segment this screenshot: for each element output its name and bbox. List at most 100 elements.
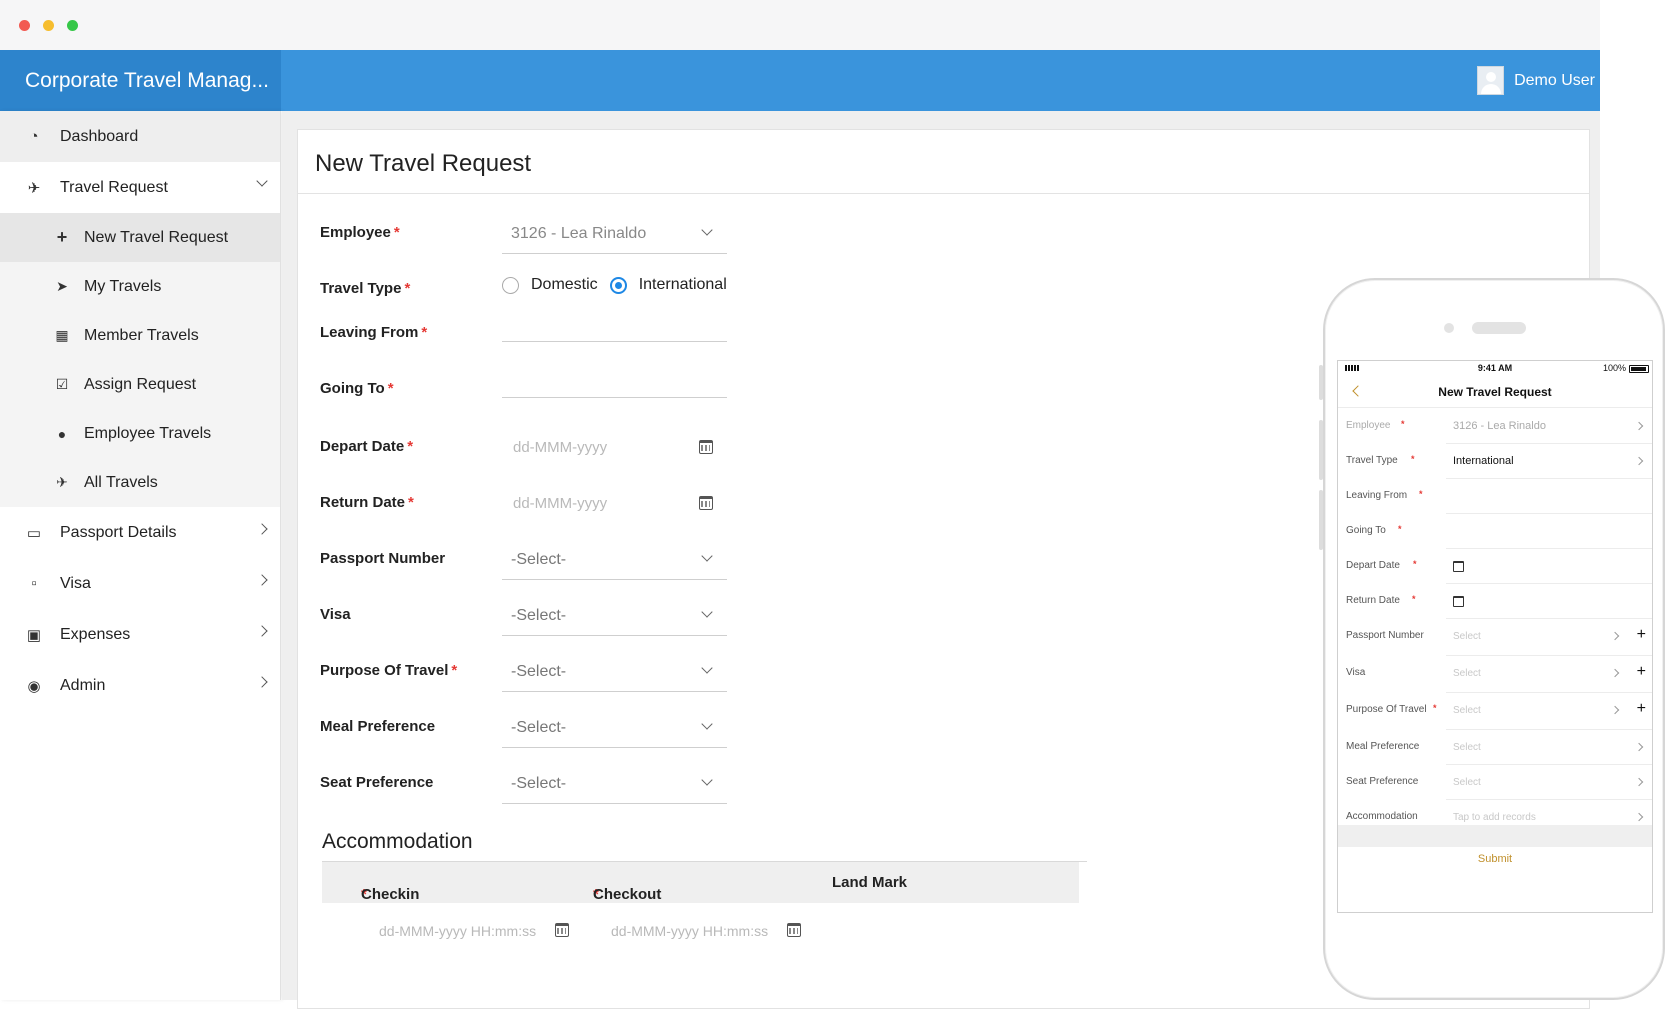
depart-date-label: Depart Date * [320, 438, 414, 455]
sidebar-item-member-travels[interactable]: ▦ Member Travels [0, 311, 280, 360]
mobile-screen: 9:41 AM 100% New Travel Request Employee… [1337, 360, 1653, 913]
sidebar-item-assign-request[interactable]: ☑ Assign Request [0, 360, 280, 409]
calendar-icon[interactable] [555, 923, 569, 937]
international-label[interactable]: International [639, 276, 727, 294]
maximize-window-button[interactable] [67, 20, 78, 31]
mobile-leaving-from-row[interactable]: Leaving From * [1338, 479, 1652, 514]
landmark-header: Land Mark [832, 874, 908, 891]
mobile-spacer [1338, 825, 1652, 847]
sidebar-item-employee-travels[interactable]: ● Employee Travels [0, 409, 280, 458]
app-header: Corporate Travel Manag... Demo User [0, 50, 1600, 111]
add-purpose-button[interactable]: + [1637, 700, 1646, 718]
purpose-select[interactable]: -Select- [502, 652, 727, 692]
sidebar-item-label: Dashboard [60, 127, 139, 145]
battery-icon [1629, 365, 1649, 373]
chevron-right-icon [1634, 456, 1644, 466]
sidebar-item-label: Employee Travels [84, 424, 212, 442]
mobile-meal-row[interactable]: Meal Preference Select [1338, 730, 1652, 765]
visa-row: Visa -Select- [320, 596, 1020, 636]
sidebar-item-label: Admin [60, 676, 106, 694]
chevron-down-icon [701, 550, 713, 562]
mobile-going-to-row[interactable]: Going To * [1338, 514, 1652, 549]
travel-type-label: Travel Type * [320, 280, 411, 297]
chevron-down-icon [701, 606, 713, 618]
chevron-right-icon [256, 523, 268, 535]
employee-select[interactable]: 3126 - Lea Rinaldo [502, 214, 727, 254]
visa-select[interactable]: -Select- [502, 596, 727, 636]
chevron-right-icon [256, 676, 268, 688]
sidebar-item-passport-details[interactable]: ▭ Passport Details [0, 507, 280, 558]
mobile-depart-date-row[interactable]: Depart Date * [1338, 549, 1652, 584]
checkin-input[interactable]: dd-MMM-yyyy HH:mm:ss [379, 923, 536, 939]
chevron-right-icon [1610, 668, 1620, 678]
checkout-input[interactable]: dd-MMM-yyyy HH:mm:ss [611, 923, 768, 939]
sidebar-item-travel-request[interactable]: ✈ Travel Request [0, 162, 280, 213]
user-menu[interactable]: Demo User [1477, 50, 1595, 111]
book-icon: ▭ [26, 524, 42, 542]
sidebar-item-label: Member Travels [84, 326, 199, 344]
accommodation-row: dd-MMM-yyyy HH:mm:ss dd-MMM-yyyy HH:mm:s… [322, 910, 1079, 950]
employee-label: Employee * [320, 224, 400, 241]
calendar-icon[interactable] [699, 440, 713, 454]
passport-number-row: Passport Number -Select- [320, 540, 1020, 580]
app-title[interactable]: Corporate Travel Manag... [0, 50, 281, 111]
mobile-travel-type-row[interactable]: Travel Type * International [1338, 444, 1652, 479]
return-date-row: Return Date * dd-MMM-yyyy [320, 484, 1020, 524]
sidebar-item-expenses[interactable]: ▣ Expenses [0, 609, 280, 660]
sidebar-item-my-travels[interactable]: ➤ My Travels [0, 262, 280, 311]
paper-plane-icon: ➤ [56, 278, 68, 294]
sidebar-item-label: All Travels [84, 473, 158, 491]
chevron-down-icon [701, 774, 713, 786]
purpose-row: Purpose Of Travel * -Select- [320, 652, 1020, 692]
phone-side-button [1319, 365, 1323, 400]
divider [298, 193, 1589, 194]
sidebar-item-visa[interactable]: ▫ Visa [0, 558, 280, 609]
calendar-icon[interactable] [1453, 596, 1464, 607]
meal-preference-label: Meal Preference [320, 718, 436, 735]
return-date-input[interactable]: dd-MMM-yyyy [502, 484, 727, 524]
chevron-right-icon [1634, 742, 1644, 752]
leaving-from-input[interactable] [502, 302, 727, 342]
map-icon: ▫ [31, 575, 37, 592]
going-to-row: Going To * [320, 358, 1020, 398]
mobile-passport-row[interactable]: Passport Number Select + [1338, 619, 1652, 656]
meal-preference-row: Meal Preference -Select- [320, 708, 1020, 748]
users-icon: ● [57, 425, 67, 442]
mobile-employee-row[interactable]: Employee * 3126 - Lea Rinaldo [1338, 409, 1652, 444]
plus-icon: + [56, 227, 68, 247]
chevron-down-icon [256, 175, 268, 187]
passport-number-select[interactable]: -Select- [502, 540, 727, 580]
return-date-label: Return Date * [320, 494, 414, 511]
depart-date-row: Depart Date * dd-MMM-yyyy [320, 428, 1020, 468]
sidebar: ◔ Dashboard ✈ Travel Request + New Trave… [0, 111, 281, 1000]
mobile-seat-row[interactable]: Seat Preference Select [1338, 765, 1652, 800]
seat-preference-select[interactable]: -Select- [502, 764, 727, 804]
sidebar-item-admin[interactable]: ◉ Admin [0, 660, 280, 711]
minimize-window-button[interactable] [43, 20, 54, 31]
calendar-icon[interactable] [1453, 561, 1464, 572]
add-visa-button[interactable]: + [1637, 663, 1646, 681]
table-icon: ▦ [55, 327, 69, 343]
add-passport-button[interactable]: + [1637, 626, 1646, 644]
close-window-button[interactable] [19, 20, 30, 31]
depart-date-input[interactable]: dd-MMM-yyyy [502, 428, 727, 468]
calendar-icon[interactable] [699, 496, 713, 510]
window-titlebar [0, 0, 1600, 50]
seat-preference-row: Seat Preference -Select- [320, 764, 1020, 804]
mobile-return-date-row[interactable]: Return Date * [1338, 584, 1652, 619]
chevron-down-icon [701, 224, 713, 236]
domestic-label[interactable]: Domestic [531, 276, 598, 294]
sidebar-item-new-travel-request[interactable]: + New Travel Request [0, 213, 280, 262]
mobile-purpose-row[interactable]: Purpose Of Travel * Select + [1338, 693, 1652, 730]
sidebar-item-dashboard[interactable]: ◔ Dashboard [0, 111, 280, 162]
domestic-radio[interactable] [502, 276, 519, 294]
calendar-icon[interactable] [787, 923, 801, 937]
going-to-input[interactable] [502, 358, 727, 398]
travel-request-submenu: + New Travel Request ➤ My Travels ▦ Memb… [0, 213, 280, 507]
mobile-submit-button[interactable]: Submit [1338, 853, 1652, 865]
mobile-visa-row[interactable]: Visa Select + [1338, 656, 1652, 693]
meal-preference-select[interactable]: -Select- [502, 708, 727, 748]
employee-row: Employee * 3126 - Lea Rinaldo [320, 214, 1020, 254]
international-radio[interactable] [609, 276, 627, 294]
sidebar-item-all-travels[interactable]: ✈ All Travels [0, 458, 280, 507]
